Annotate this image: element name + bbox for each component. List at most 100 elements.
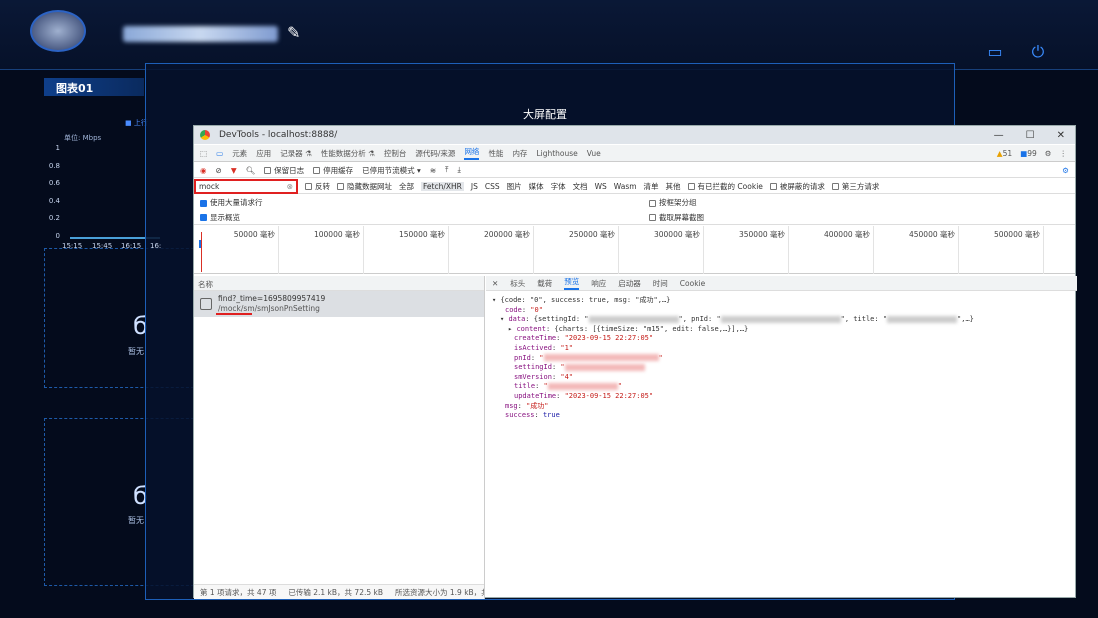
clear-filter-icon[interactable]: ⊗ (287, 182, 293, 191)
x-tick: 15:15 (62, 242, 83, 250)
tab-sources[interactable]: 源代码/来源 (415, 148, 455, 159)
tab-memory[interactable]: 内存 (512, 148, 527, 159)
tab-preview[interactable]: 预览 (564, 276, 580, 290)
tab-console[interactable]: 控制台 (384, 148, 407, 159)
hide-data-urls-checkbox[interactable]: 隐藏数据网址 (337, 181, 392, 192)
status-requests: 第 1 项请求，共 47 项 (200, 587, 277, 597)
tab-timing[interactable]: 时间 (653, 278, 668, 289)
inspect-icon[interactable]: ⬚ (200, 149, 207, 158)
export-icon[interactable]: ⤓ (457, 165, 460, 175)
third-party-checkbox[interactable]: 第三方请求 (831, 181, 879, 192)
type-js[interactable]: JS (471, 182, 478, 191)
preserve-log-checkbox[interactable]: 保留日志 (264, 165, 304, 176)
screenshots-checkbox[interactable]: 截取屏幕截图 (649, 212, 704, 223)
modal-title: 大屏配置 (523, 108, 567, 121)
close-button[interactable]: ✕ (1057, 130, 1065, 141)
timeline-label: 450000 毫秒 (908, 230, 955, 239)
tab-headers[interactable]: 标头 (510, 278, 525, 289)
x-tick: 15:45 (92, 242, 113, 250)
blocked-cookies-checkbox[interactable]: 有已拦截的 Cookie (687, 181, 763, 192)
overview-timeline[interactable]: 50000 毫秒 100000 毫秒 150000 毫秒 200000 毫秒 25000… (194, 226, 1075, 274)
tab-payload[interactable]: 载荷 (537, 278, 552, 289)
devtools-window: DevTools - localhost:8888/ — ☐ ✕ ⬚ ▭ 元素 应… (193, 125, 1077, 599)
tab-application[interactable]: 应用 (256, 148, 271, 159)
dashboard-title-blurred (123, 26, 278, 42)
type-other[interactable]: 其他 (666, 181, 681, 192)
json-createTime: "2023-09-15 22:27:05" (564, 334, 654, 343)
device-icon[interactable]: ▭ (216, 149, 223, 158)
timeline-label: 350000 毫秒 (738, 230, 785, 239)
wifi-icon[interactable]: ≋ (430, 166, 436, 175)
more-icon[interactable]: ⋮ (1060, 149, 1068, 158)
type-manifest[interactable]: 清单 (644, 181, 659, 192)
message-icon[interactable]: ▭ (984, 42, 1006, 62)
group-by-frame-checkbox[interactable]: 按框架分组 (649, 197, 697, 208)
filter-icon[interactable]: ▼ (231, 166, 237, 175)
big-rows-checkbox[interactable]: 使用大量请求行 (200, 197, 640, 208)
disable-cache-checkbox[interactable]: 停用缓存 (313, 165, 353, 176)
request-row[interactable]: find?_time=1695809957419 /mock/sm/smJson… (194, 291, 484, 317)
type-doc[interactable]: 文档 (573, 181, 588, 192)
detail-tabs: ✕ 标头 载荷 预览 响应 启动器 时间 Cookie (486, 276, 1077, 291)
record-icon[interactable]: ◉ (200, 166, 207, 175)
timeline-label: 400000 毫秒 (823, 230, 870, 239)
panel-title: 图表01 (44, 78, 144, 96)
timeline-label: 150000 毫秒 (398, 230, 445, 239)
power-icon[interactable]: ⏻ (1027, 42, 1049, 62)
type-media[interactable]: 媒体 (529, 181, 544, 192)
y-tick: 0.4 (48, 197, 60, 205)
json-root[interactable]: ▾ {code: "0", success: true, msg: "成功",…… (492, 296, 974, 306)
status-resources: 所选资源大小为 1.9 kB，共 43.5 k (395, 587, 484, 597)
type-wasm[interactable]: Wasm (614, 182, 637, 191)
timeline-gridline (533, 226, 534, 274)
tab-initiator[interactable]: 启动器 (618, 278, 641, 289)
messages-badge[interactable]: ■99 (1020, 149, 1037, 158)
json-isActived: "1" (560, 343, 574, 352)
json-msg: "成功" (526, 401, 549, 410)
json-data[interactable]: ▾ data: {settingId: " ", pnId: " ", title:… (492, 315, 974, 325)
json-content[interactable]: ▸ content: {charts: [{timeSize: "m15", e… (492, 325, 974, 335)
timeline-gridline (448, 226, 449, 274)
logo (30, 10, 86, 52)
timeline-gridline (278, 226, 279, 274)
search-icon[interactable]: 🔍︎ (246, 166, 256, 175)
edit-icon[interactable]: ✎ (287, 23, 300, 42)
type-css[interactable]: CSS (485, 182, 500, 191)
x-tick: 16:15 (121, 242, 142, 250)
type-fetch-xhr[interactable]: Fetch/XHR (421, 181, 464, 191)
clear-icon[interactable]: ⊘ (216, 166, 222, 175)
tab-network[interactable]: 网络 (464, 146, 480, 160)
type-font[interactable]: 字体 (551, 181, 566, 192)
network-settings-icon[interactable]: ⚙ (1062, 166, 1075, 175)
tab-lighthouse[interactable]: Lighthouse (536, 149, 577, 158)
type-ws[interactable]: WS (595, 182, 607, 191)
json-success: true (542, 411, 560, 420)
panel-tabs: ⬚ ▭ 元素 应用 记录器 ⚗ 性能数据分析 ⚗ 控制台 源代码/来源 网络 性能… (194, 145, 1075, 162)
name-column-header[interactable]: 名称 (194, 276, 484, 291)
tab-performance-insights[interactable]: 性能数据分析 ⚗ (321, 148, 375, 159)
timeline-gridline (873, 226, 874, 274)
settings-icon[interactable]: ⚙ (1045, 149, 1052, 158)
tab-vue[interactable]: Vue (587, 149, 601, 158)
timeline-label: 100000 毫秒 (313, 230, 360, 239)
filter-input[interactable]: mock ⊗ (194, 178, 298, 194)
minimize-button[interactable]: — (994, 130, 1004, 141)
invert-checkbox[interactable]: 反转 (305, 181, 330, 192)
tab-cookies[interactable]: Cookie (680, 279, 705, 288)
warnings-badge[interactable]: ▲51 (997, 149, 1012, 158)
tab-recorder[interactable]: 记录器 ⚗ (280, 148, 312, 159)
type-img[interactable]: 图片 (507, 181, 522, 192)
json-updateTime: "2023-09-15 22:27:05" (564, 391, 654, 400)
tab-elements[interactable]: 元素 (232, 148, 247, 159)
throttle-select[interactable]: 已停用节流模式 ▾ (362, 165, 421, 176)
type-all[interactable]: 全部 (399, 181, 414, 192)
y-tick: 1 (55, 144, 60, 152)
tab-performance[interactable]: 性能 (488, 148, 503, 159)
blocked-requests-checkbox[interactable]: 被屏蔽的请求 (769, 181, 825, 192)
timeline-label: 250000 毫秒 (568, 230, 615, 239)
close-detail-icon[interactable]: ✕ (492, 279, 498, 288)
maximize-button[interactable]: ☐ (1026, 130, 1035, 141)
tab-response[interactable]: 响应 (591, 278, 606, 289)
import-icon[interactable]: ⤒ (445, 165, 448, 175)
show-overview-checkbox[interactable]: 显示概览 (200, 212, 640, 223)
